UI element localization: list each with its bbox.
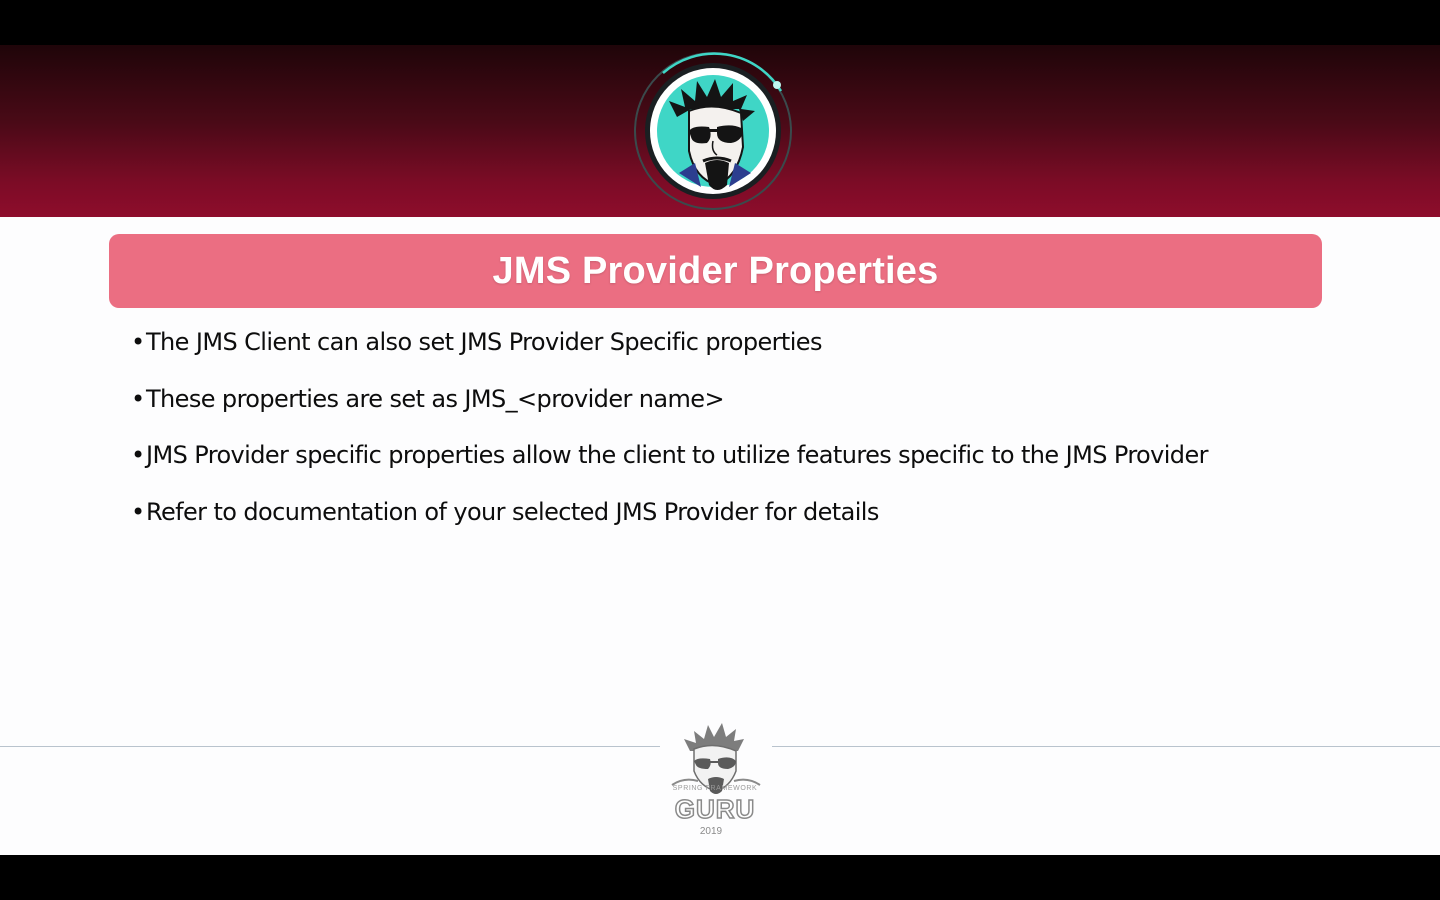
guru-avatar-icon: [634, 52, 792, 210]
letterbox-top: [0, 0, 1440, 45]
logo-year: 2019: [699, 826, 723, 837]
list-item: •JMS Provider specific properties allow …: [131, 436, 1331, 493]
bullet-text: Refer to documentation of your selected …: [146, 497, 879, 526]
list-item: •Refer to documentation of your selected…: [131, 493, 1331, 550]
slide-title: JMS Provider Properties: [492, 249, 939, 292]
logo-tagline: SPRING FRAMEWORK: [672, 785, 758, 792]
header-band: [0, 45, 1440, 217]
bullet-text: These properties are set as JMS_<provide…: [146, 384, 725, 413]
presentation-slide: JMS Provider Properties •The JMS Client …: [0, 45, 1440, 855]
bullet-list: •The JMS Client can also set JMS Provide…: [131, 323, 1331, 549]
bullet-icon: •: [131, 497, 145, 526]
bullet-text: The JMS Client can also set JMS Provider…: [146, 328, 822, 356]
letterbox-bottom: [0, 855, 1440, 900]
list-item: •The JMS Client can also set JMS Provide…: [131, 323, 1331, 380]
bullet-icon: •: [131, 441, 145, 469]
bullet-icon: •: [131, 328, 145, 356]
spring-framework-guru-logo: [671, 723, 761, 794]
logo-wordmark: GURU: [674, 793, 756, 825]
footer-divider-left: [0, 746, 660, 747]
bullet-icon: •: [131, 384, 145, 413]
footer-divider-right: [772, 746, 1440, 747]
title-bar: JMS Provider Properties: [109, 234, 1322, 308]
bullet-text: JMS Provider specific properties allow t…: [146, 441, 1208, 469]
list-item: •These properties are set as JMS_<provid…: [131, 380, 1331, 437]
